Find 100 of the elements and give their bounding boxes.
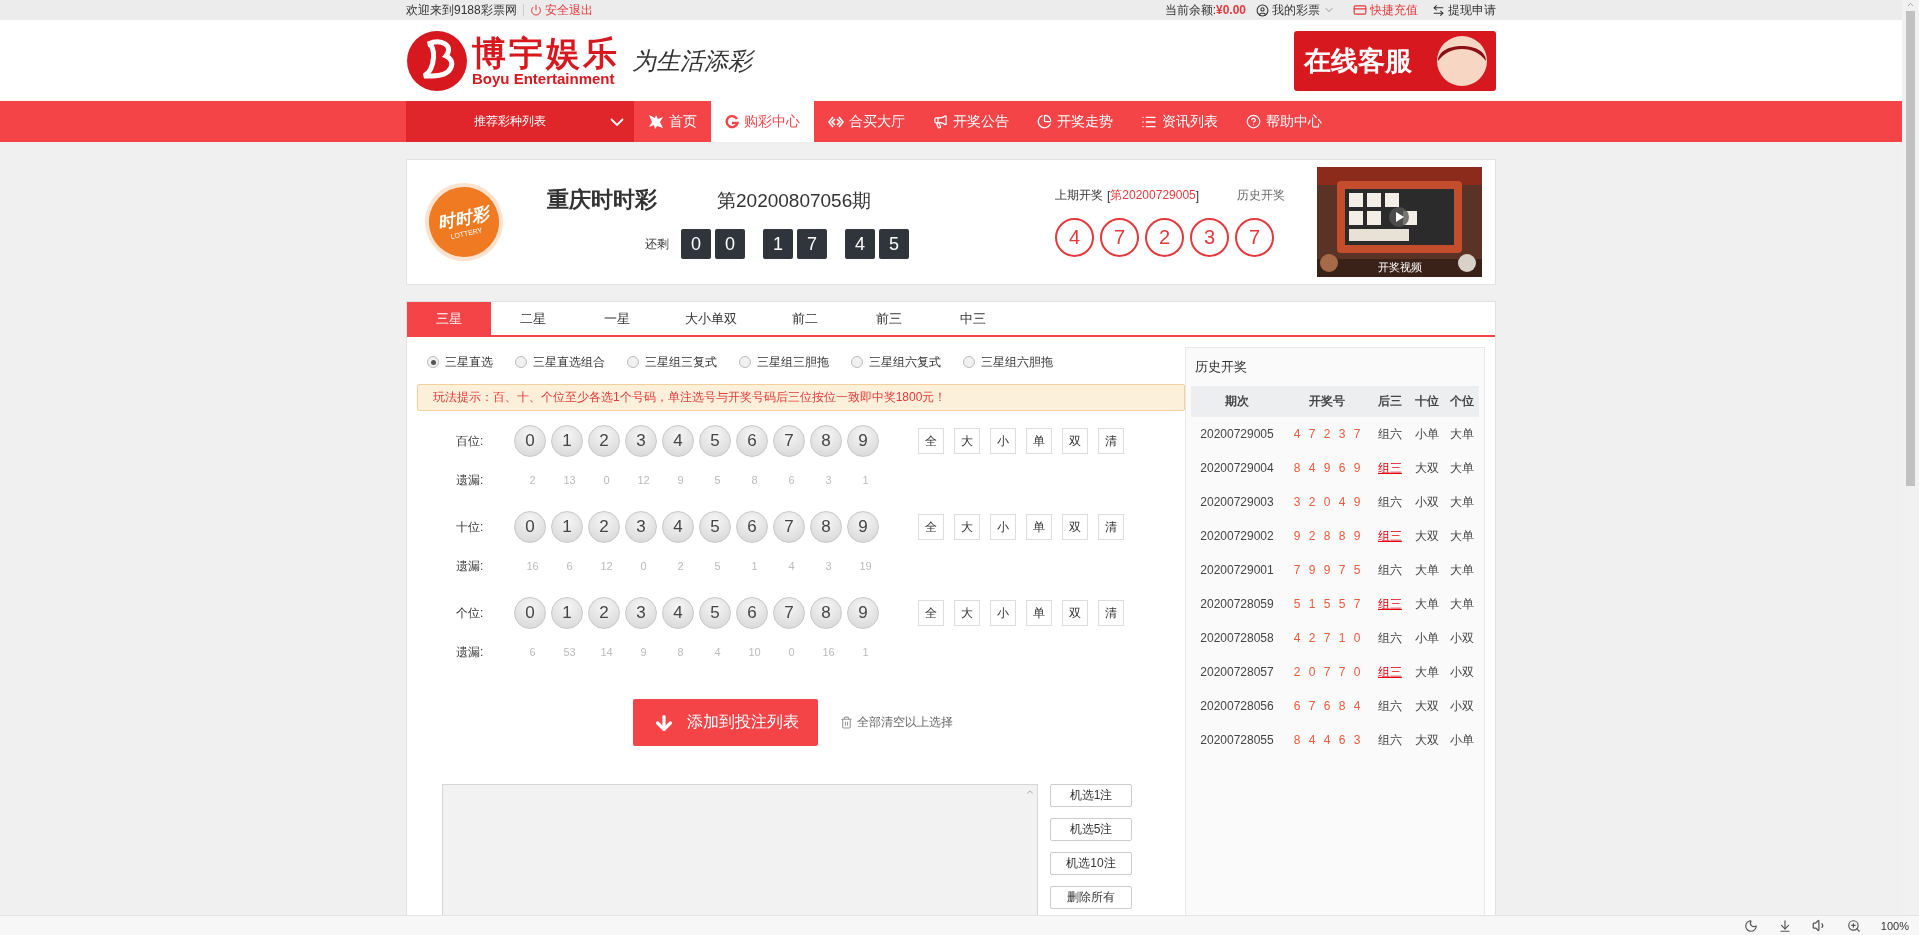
number-ball[interactable]: 9 bbox=[847, 511, 879, 543]
quick-select-button[interactable]: 大 bbox=[954, 600, 980, 626]
play-type-option[interactable]: 三星组六胆拖 bbox=[963, 353, 1053, 371]
quick-select-button[interactable]: 大 bbox=[954, 514, 980, 540]
random-pick-button[interactable]: 机选5注 bbox=[1050, 818, 1132, 841]
quick-select-button[interactable]: 清 bbox=[1098, 428, 1124, 454]
number-ball[interactable]: 8 bbox=[810, 597, 842, 629]
chevron-down-icon bbox=[610, 117, 624, 126]
nav-item[interactable]: 开奖公告 bbox=[919, 101, 1023, 142]
number-ball[interactable]: 4 bbox=[662, 511, 694, 543]
clear-all-link[interactable]: 全部清空以上选择 bbox=[840, 714, 953, 731]
nav-item[interactable]: 首页 bbox=[634, 101, 711, 142]
number-ball[interactable]: 9 bbox=[847, 425, 879, 457]
play-type-option[interactable]: 三星组三胆拖 bbox=[739, 353, 829, 371]
number-ball[interactable]: 7 bbox=[773, 425, 805, 457]
countdown-digit: 0 bbox=[681, 229, 711, 259]
number-ball[interactable]: 4 bbox=[662, 425, 694, 457]
number-ball[interactable]: 7 bbox=[773, 597, 805, 629]
nav-item[interactable]: 开奖走势 bbox=[1023, 101, 1127, 142]
table-cell: 8 4 4 6 3 bbox=[1293, 733, 1361, 747]
number-ball[interactable]: 2 bbox=[588, 511, 620, 543]
quick-select-button[interactable]: 双 bbox=[1062, 428, 1088, 454]
table-cell-text: 20200729004 bbox=[1199, 461, 1275, 475]
table-cell-text: 组六 bbox=[1377, 731, 1403, 749]
quick-select-button[interactable]: 单 bbox=[1026, 428, 1052, 454]
number-ball[interactable]: 5 bbox=[699, 597, 731, 629]
missing-count: 16 bbox=[525, 560, 540, 572]
nav-item[interactable]: 合买大厅 bbox=[814, 101, 919, 142]
quick-select-button[interactable]: 小 bbox=[990, 428, 1016, 454]
add-to-bet-list-button[interactable]: 添加到投注列表 bbox=[633, 699, 818, 746]
number-ball[interactable]: 6 bbox=[736, 597, 768, 629]
table-cell: 3 2 0 4 9 bbox=[1293, 495, 1361, 509]
table-cell-text: 组六 bbox=[1377, 629, 1403, 647]
number-ball[interactable]: 3 bbox=[625, 425, 657, 457]
number-ball[interactable]: 1 bbox=[551, 597, 583, 629]
number-ball[interactable]: 5 bbox=[699, 511, 731, 543]
quick-select-button[interactable]: 小 bbox=[990, 600, 1016, 626]
quick-select-button[interactable]: 单 bbox=[1026, 514, 1052, 540]
number-ball[interactable]: 2 bbox=[588, 425, 620, 457]
number-ball[interactable]: 8 bbox=[810, 511, 842, 543]
number-ball[interactable]: 0 bbox=[514, 597, 546, 629]
quick-select-button[interactable]: 全 bbox=[918, 428, 944, 454]
table-cell-text: 组六 bbox=[1377, 425, 1403, 443]
number-ball[interactable]: 6 bbox=[736, 511, 768, 543]
number-ball[interactable]: 4 bbox=[662, 597, 694, 629]
my-lottery-menu[interactable]: 我的彩票 bbox=[1256, 1, 1335, 19]
quick-select-button[interactable]: 全 bbox=[918, 514, 944, 540]
number-ball[interactable]: 0 bbox=[514, 511, 546, 543]
random-pick-button[interactable]: 删除所有 bbox=[1050, 886, 1132, 909]
table-cell: 7 9 9 7 5 bbox=[1293, 563, 1361, 577]
draw-ball: 7 bbox=[1235, 218, 1274, 257]
table-cell-text: 大双 bbox=[1413, 527, 1440, 545]
nav-item[interactable]: 帮助中心 bbox=[1232, 101, 1336, 142]
nav-item[interactable]: 资讯列表 bbox=[1127, 101, 1232, 142]
number-ball[interactable]: 3 bbox=[625, 511, 657, 543]
random-pick-button[interactable]: 机选10注 bbox=[1050, 852, 1132, 875]
table-cell-text: 组六 bbox=[1377, 493, 1403, 511]
quick-select-button[interactable]: 清 bbox=[1098, 600, 1124, 626]
quick-select-button[interactable]: 清 bbox=[1098, 514, 1124, 540]
play-tab[interactable]: 三星 bbox=[407, 302, 491, 335]
zoom-icon[interactable] bbox=[1846, 918, 1861, 933]
table-cell-text: 小单 bbox=[1448, 731, 1475, 749]
number-ball[interactable]: 2 bbox=[588, 597, 620, 629]
number-ball[interactable]: 3 bbox=[625, 597, 657, 629]
number-ball[interactable]: 8 bbox=[810, 425, 842, 457]
recharge-link[interactable]: 快捷充值 bbox=[1353, 1, 1418, 19]
table-cell-text: 大单 bbox=[1413, 663, 1440, 681]
play-type-option[interactable]: 三星直选组合 bbox=[515, 353, 605, 371]
online-service-banner[interactable]: 在线客服 bbox=[1294, 30, 1496, 91]
quick-select-button[interactable]: 大 bbox=[954, 428, 980, 454]
megaphone-icon bbox=[933, 114, 948, 129]
moon-icon[interactable] bbox=[1743, 918, 1758, 933]
play-type-option[interactable]: 三星直选 bbox=[427, 353, 493, 371]
quick-select-button[interactable]: 双 bbox=[1062, 514, 1088, 540]
withdraw-link[interactable]: 提现申请 bbox=[1432, 1, 1496, 19]
number-ball[interactable]: 7 bbox=[773, 511, 805, 543]
missing-count: 4 bbox=[787, 560, 796, 572]
play-type-option[interactable]: 三星组三复式 bbox=[627, 353, 717, 371]
history-link[interactable]: 历史开奖 bbox=[1237, 187, 1285, 204]
number-ball[interactable]: 9 bbox=[847, 597, 879, 629]
quick-select-button[interactable]: 全 bbox=[918, 600, 944, 626]
lottery-list-dropdown[interactable]: 推荐彩种列表 bbox=[406, 101, 634, 142]
table-cell-text: 组三 bbox=[1377, 663, 1403, 681]
number-ball[interactable]: 5 bbox=[699, 425, 731, 457]
missing-count: 3 bbox=[824, 474, 833, 486]
number-ball[interactable]: 0 bbox=[514, 425, 546, 457]
star-icon bbox=[648, 113, 664, 130]
table-cell-text: 20200728056 bbox=[1199, 699, 1275, 713]
scroll-thumb[interactable] bbox=[1906, 11, 1915, 486]
random-pick-button[interactable]: 机选1注 bbox=[1050, 784, 1132, 807]
number-ball[interactable]: 6 bbox=[736, 425, 768, 457]
nav-item[interactable]: 购彩中心 bbox=[711, 101, 814, 142]
download-icon[interactable] bbox=[1777, 918, 1792, 933]
logout-link[interactable]: 安全退出 bbox=[529, 1, 593, 19]
quick-select-button[interactable]: 双 bbox=[1062, 600, 1088, 626]
play-type-option[interactable]: 三星组六复式 bbox=[851, 353, 941, 371]
number-ball[interactable]: 1 bbox=[551, 425, 583, 457]
number-ball[interactable]: 1 bbox=[551, 511, 583, 543]
quick-select-button[interactable]: 单 bbox=[1026, 600, 1052, 626]
quick-select-button[interactable]: 小 bbox=[990, 514, 1016, 540]
